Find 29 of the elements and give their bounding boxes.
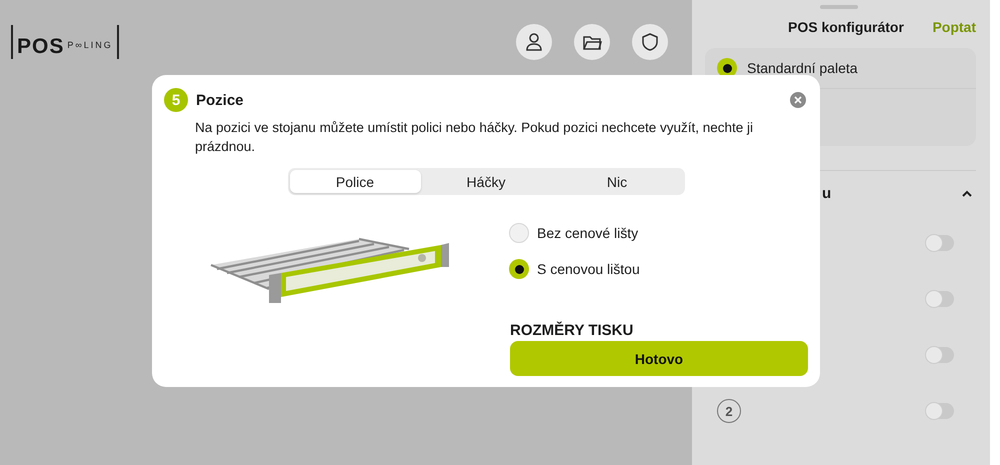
section-heading: ROZMĚRY TISKU — [510, 322, 634, 339]
user-button[interactable] — [516, 24, 552, 60]
radio-button[interactable] — [509, 259, 529, 279]
panel-title: POS konfigurátor — [788, 19, 904, 35]
folder-icon — [582, 34, 602, 50]
radio-button[interactable] — [509, 223, 529, 243]
option-label: Standardní paleta — [747, 60, 858, 76]
tab[interactable]: Nic — [552, 170, 682, 193]
folder-button[interactable] — [574, 24, 610, 60]
toggle-switch[interactable] — [926, 235, 954, 251]
toggle-switch[interactable] — [926, 347, 954, 363]
close-button[interactable] — [790, 92, 806, 108]
section-title: u — [822, 184, 832, 202]
number-badge: 2 — [717, 399, 741, 423]
toggle-switch[interactable] — [926, 403, 954, 419]
close-icon — [794, 96, 802, 104]
user-icon — [526, 33, 542, 51]
option-label: S cenovou lištou — [537, 261, 640, 277]
description-text: Na pozici ve stojanu můžete umístit polici nebo háčky. Pokud pozici nechcete využít, nechte ji prázdnou. — [195, 119, 754, 156]
chevron-icon[interactable] — [962, 190, 972, 196]
done-button[interactable]: Hotovo — [510, 341, 808, 376]
shield-button[interactable] — [632, 24, 668, 60]
toggle-switch[interactable] — [926, 291, 954, 307]
shield-icon — [642, 33, 658, 51]
tab[interactable]: Háčky — [420, 170, 552, 193]
option-label: Bez cenové lišty — [537, 225, 638, 241]
step-badge: 5 — [164, 88, 188, 112]
tab[interactable]: Police — [290, 170, 420, 193]
dialog-title: Pozice — [196, 92, 244, 108]
